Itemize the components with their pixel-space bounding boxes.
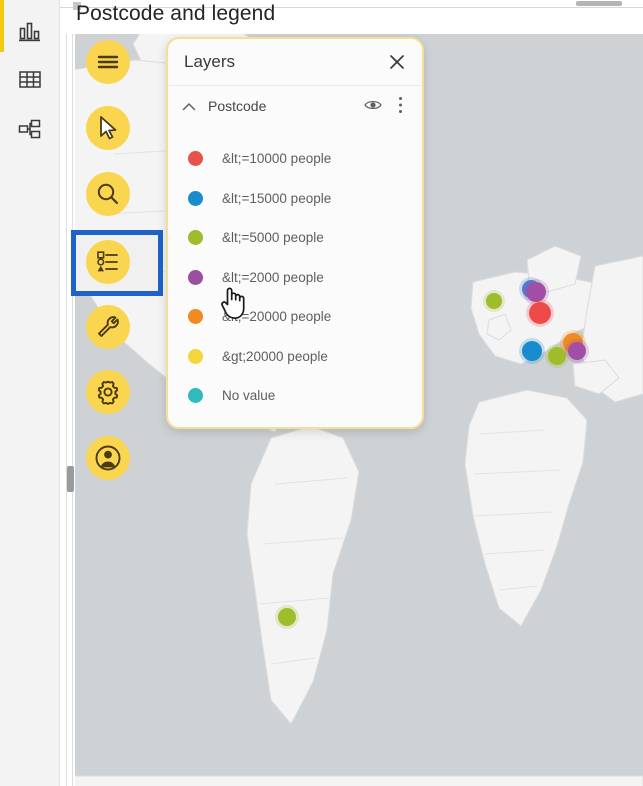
layers-panel-title: Layers [184, 52, 236, 71]
relationships-icon [17, 117, 43, 141]
legend-item-label: No value [222, 388, 276, 404]
eye-icon [364, 98, 382, 117]
legend-item[interactable]: No value [168, 376, 422, 416]
layers-panel: Layers Postcode &lt;=10000 people &lt;=1… [166, 37, 424, 429]
legend-color-swatch [188, 348, 203, 364]
marker-italy-blue[interactable] [522, 341, 542, 361]
marker-germany-red[interactable] [529, 302, 551, 324]
layer-row-postcode[interactable]: Postcode [168, 86, 422, 128]
legend-items-list: &lt;=10000 people &lt;=15000 people &lt;=5… [168, 139, 422, 416]
legend-item-label: &gt;20000 people [222, 348, 328, 364]
cursor-icon [96, 115, 120, 141]
chevron-up-icon[interactable] [180, 98, 198, 116]
bar-chart-icon [17, 19, 43, 43]
gear-icon [95, 379, 121, 405]
legend-item-label: &lt;=10000 people [222, 151, 332, 167]
hamburger-icon [95, 52, 121, 72]
settings-button[interactable] [86, 370, 130, 414]
account-button[interactable] [86, 436, 130, 480]
legend-item-label: &lt;=5000 people [222, 230, 324, 246]
close-button[interactable] [384, 51, 410, 77]
legend-color-swatch [188, 309, 203, 325]
search-button[interactable] [86, 172, 130, 216]
user-icon [94, 444, 122, 472]
legend-item[interactable]: &lt;=20000 people [168, 297, 422, 337]
close-icon [387, 52, 407, 77]
tools-button[interactable] [86, 305, 130, 349]
active-view-accent-bar [0, 0, 4, 52]
legend-color-swatch [188, 388, 203, 404]
wrench-icon [95, 314, 121, 340]
legend-item[interactable]: &lt;=5000 people [168, 218, 422, 258]
legend-item-label: &lt;=15000 people [222, 190, 332, 206]
legend-color-swatch [188, 230, 203, 246]
horizontal-scrollbar-thumb[interactable] [576, 1, 622, 6]
menu-button[interactable] [86, 40, 130, 84]
select-button[interactable] [86, 106, 130, 150]
search-icon [95, 181, 121, 207]
layer-name: Postcode [208, 98, 267, 114]
marker-uk[interactable] [486, 293, 502, 309]
legend-item[interactable]: &gt;20000 people [168, 337, 422, 377]
legend-color-swatch [188, 151, 203, 167]
sidebar-item-report-view[interactable] [9, 10, 51, 52]
visibility-toggle[interactable] [364, 98, 382, 116]
marker-turkey-purple[interactable] [568, 342, 586, 360]
legend-item-label: &lt;=20000 people [222, 309, 332, 325]
marker-brazil[interactable] [278, 608, 296, 626]
vertical-scrollbar-thumb[interactable] [67, 466, 74, 492]
sidebar-item-model-view[interactable] [9, 108, 51, 150]
legend-item[interactable]: &lt;=10000 people [168, 139, 422, 179]
kebab-menu-icon [398, 96, 403, 119]
table-icon [17, 67, 43, 91]
legend-item[interactable]: &lt;=15000 people [168, 179, 422, 219]
marker-poland-purple[interactable] [526, 282, 546, 302]
legend-color-swatch [188, 190, 203, 206]
legend-item-label: &lt;=2000 people [222, 269, 324, 285]
legend-icon [95, 250, 121, 274]
app-view-rail [0, 0, 60, 786]
more-options-button[interactable] [392, 96, 408, 119]
vertical-scrollbar[interactable] [66, 34, 73, 786]
app-window: Postcode and legend Layers Postcode &lt;… [0, 0, 643, 786]
legend-button[interactable] [86, 240, 130, 284]
sidebar-item-data-view[interactable] [9, 58, 51, 100]
legend-item[interactable]: &lt;=2000 people [168, 258, 422, 298]
legend-color-swatch [188, 269, 203, 285]
page-title: Postcode and legend [76, 2, 276, 25]
